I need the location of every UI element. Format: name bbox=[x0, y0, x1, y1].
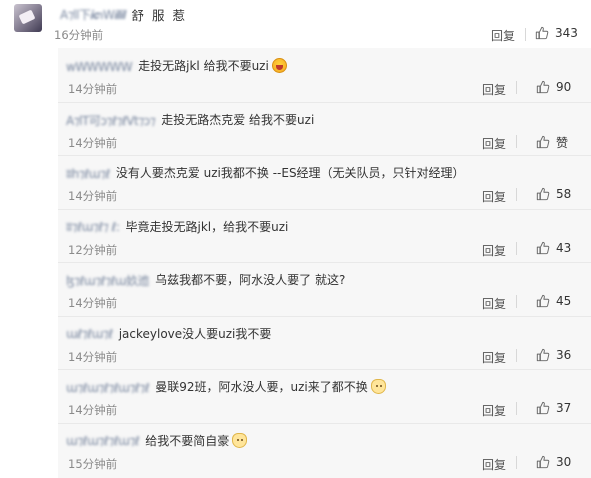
reply-text: 没有人要杰克爱 uzi我都不换 --ES经理（无关队员，只针对经理） bbox=[115, 166, 465, 180]
like-count: 37 bbox=[556, 401, 572, 415]
thumbs-up-icon[interactable] bbox=[536, 294, 550, 308]
reply-author[interactable]: ɯ⁊ℓɯ⁊ℓ⁊ℓɯ⁊ℓ⁊ℓ bbox=[66, 381, 150, 395]
reply-content: ɮ⁊ℓɯ⁊ℓ⁊ℓɯ奺迆 乌兹我都不要，阿水没人要了 就这? bbox=[66, 271, 345, 289]
reply-item: A⁊lT可ɔ⁊ℓ⁊ℓVt⁊ɔ⁊ 走投无路杰克爱 给我不要uzi 14分钟前 回复 … bbox=[58, 101, 591, 156]
reply-text: 给我不要简自豪 bbox=[145, 433, 230, 448]
reply-button[interactable]: 回复 bbox=[482, 402, 506, 419]
reply-content: ʬ⁊ℓɯ⁊ℓ⁊ ℓ: 毕竟走投无路jkl，给我不要uzi bbox=[66, 218, 288, 235]
like-button[interactable]: 36 bbox=[536, 348, 571, 362]
like-button[interactable]: 90 bbox=[536, 80, 571, 94]
divider bbox=[525, 28, 526, 41]
like-button[interactable]: 赞 bbox=[536, 134, 568, 151]
like-count: 43 bbox=[556, 240, 572, 255]
reply-content: wWWWWW 走投无路jkl 给我不要uzi bbox=[66, 57, 287, 74]
cat-emoji-icon bbox=[370, 379, 386, 394]
author-name-blurred[interactable]: A⁊ll下𝒊𝒄℩W𝒊𝒍𝒊𝒍 bbox=[60, 6, 126, 23]
thumbs-up-icon[interactable] bbox=[535, 26, 549, 40]
thumbs-up-icon[interactable] bbox=[536, 401, 550, 415]
like-count: 58 bbox=[556, 187, 572, 201]
reply-author[interactable]: ʬh⁊ℓɯ⁊ℓ bbox=[66, 167, 110, 181]
like-button[interactable]: 43 bbox=[536, 241, 571, 255]
divider bbox=[516, 295, 517, 308]
thumbs-up-icon[interactable] bbox=[536, 455, 550, 469]
reply-text: 毕竟走投无路jkl，给我不要uzi bbox=[125, 219, 289, 234]
laugh-emoji-icon bbox=[271, 58, 287, 73]
reply-content: ɯ⁊ℓɯ⁊ℓ⁊ℓɯ⁊ℓ⁊ℓ 曼联92班，阿水没人要，uzi来了都不换 bbox=[66, 378, 386, 395]
thumbs-up-icon[interactable] bbox=[536, 187, 550, 201]
reply-author[interactable]: ɯℓ⁊ℓɯ⁊ℓ bbox=[66, 327, 113, 341]
reply-button[interactable]: 回复 bbox=[482, 135, 506, 152]
reply-text: 曼联92班，阿水没人要，uzi来了都不换 bbox=[155, 380, 368, 394]
divider bbox=[516, 348, 517, 362]
cat-emoji-icon bbox=[232, 432, 248, 448]
reply-text: jackeylove没人要uzi我不要 bbox=[118, 326, 272, 341]
comment-time: 16分钟前 bbox=[54, 28, 104, 42]
divider bbox=[516, 402, 517, 415]
reply-time: 14分钟前 bbox=[68, 82, 118, 96]
like-button[interactable]: 30 bbox=[536, 455, 571, 469]
reply-item: wWWWWW 走投无路jkl 给我不要uzi 14分钟前 回复 90 bbox=[58, 48, 591, 102]
like-count: 30 bbox=[556, 454, 572, 469]
like-count: 36 bbox=[556, 347, 572, 362]
like-count: 45 bbox=[556, 294, 572, 308]
reply-button[interactable]: 回复 bbox=[482, 188, 506, 205]
reply-item: ɯ⁊ℓɯ⁊ℓ⁊ℓɯ⁊ℓ 给我不要简自豪 15分钟前 回复 30 bbox=[58, 422, 591, 477]
reply-time: 14分钟前 bbox=[68, 349, 118, 364]
comment-author[interactable]: A⁊ll下𝒊𝒄℩W𝒊𝒍𝒊𝒍 舒 服 惹 bbox=[60, 5, 187, 24]
thumbs-up-icon[interactable] bbox=[536, 80, 550, 94]
reply-list: wWWWWW 走投无路jkl 给我不要uzi 14分钟前 回复 90 A⁊lT可ɔ… bbox=[58, 48, 591, 478]
thumbs-up-icon[interactable] bbox=[536, 241, 550, 255]
reply-content: ɯ⁊ℓɯ⁊ℓ⁊ℓɯ⁊ℓ 给我不要简自豪 bbox=[66, 432, 248, 449]
like-count: 343 bbox=[555, 26, 578, 40]
reply-time: 14分钟前 bbox=[68, 296, 118, 310]
reply-time: 14分钟前 bbox=[68, 135, 118, 150]
reply-author[interactable]: ɮ⁊ℓɯ⁊ℓ⁊ℓɯ奺迆 bbox=[66, 272, 150, 289]
divider bbox=[516, 81, 517, 94]
reply-button[interactable]: 回复 bbox=[482, 349, 506, 366]
reply-item: ʬh⁊ℓɯ⁊ℓ 没有人要杰克爱 uzi我都不换 --ES经理（无关队员，只针对经理… bbox=[58, 155, 591, 209]
reply-text: 走投无路jkl 给我不要uzi bbox=[138, 59, 269, 73]
reply-text: 走投无路杰克爱 给我不要uzi bbox=[161, 112, 315, 127]
reply-button[interactable]: 回复 bbox=[491, 27, 515, 44]
divider bbox=[516, 134, 517, 148]
reply-button[interactable]: 回复 bbox=[482, 242, 506, 259]
main-comment: A⁊ll下𝒊𝒄℩W𝒊𝒍𝒊𝒍 舒 服 惹 16分钟前 回复 343 bbox=[0, 0, 591, 46]
like-button[interactable]: 45 bbox=[536, 294, 571, 308]
like-button[interactable]: 37 bbox=[536, 401, 571, 415]
reply-button[interactable]: 回复 bbox=[482, 295, 506, 312]
reply-time: 14分钟前 bbox=[68, 189, 118, 203]
thumbs-up-icon[interactable] bbox=[536, 135, 550, 149]
divider bbox=[516, 455, 517, 469]
divider bbox=[516, 241, 517, 255]
reply-author[interactable]: A⁊lT可ɔ⁊ℓ⁊ℓVt⁊ɔ⁊ bbox=[66, 112, 156, 129]
like-count: 赞 bbox=[556, 135, 569, 150]
reply-author[interactable]: ɯ⁊ℓɯ⁊ℓ⁊ℓɯ⁊ℓ bbox=[66, 434, 140, 448]
avatar[interactable] bbox=[14, 4, 42, 32]
reply-item: ɯ⁊ℓɯ⁊ℓ⁊ℓɯ⁊ℓ⁊ℓ 曼联92班，阿水没人要，uzi来了都不换 14分钟前 … bbox=[58, 369, 591, 423]
reply-item: ɮ⁊ℓɯ⁊ℓ⁊ℓɯ奺迆 乌兹我都不要，阿水没人要了 就这? 14分钟前 回复 45 bbox=[58, 262, 591, 316]
like-button[interactable]: 343 bbox=[535, 26, 578, 40]
thumbs-up-icon[interactable] bbox=[536, 348, 550, 362]
reply-author[interactable]: ʬ⁊ℓɯ⁊ℓ⁊ ℓ: bbox=[66, 220, 120, 234]
reply-content: ɯℓ⁊ℓɯ⁊ℓ jackeylove没人要uzi我不要 bbox=[66, 325, 271, 342]
reply-content: ʬh⁊ℓɯ⁊ℓ 没有人要杰克爱 uzi我都不换 --ES经理（无关队员，只针对经理… bbox=[66, 164, 465, 181]
reply-time: 14分钟前 bbox=[68, 403, 118, 417]
like-count: 90 bbox=[556, 80, 572, 94]
like-button[interactable]: 58 bbox=[536, 187, 571, 201]
divider bbox=[516, 188, 517, 201]
reply-time: 15分钟前 bbox=[68, 456, 118, 471]
reply-time: 12分钟前 bbox=[68, 242, 118, 257]
reply-item: ʬ⁊ℓɯ⁊ℓ⁊ ℓ: 毕竟走投无路jkl，给我不要uzi 12分钟前 回复 43 bbox=[58, 208, 591, 263]
reply-text: 乌兹我都不要，阿水没人要了 就这? bbox=[155, 273, 346, 287]
reply-content: A⁊lT可ɔ⁊ℓ⁊ℓVt⁊ɔ⁊ 走投无路杰克爱 给我不要uzi bbox=[66, 111, 314, 129]
comment-text: 舒 服 惹 bbox=[131, 8, 187, 23]
reply-item: ɯℓ⁊ℓɯ⁊ℓ jackeylove没人要uzi我不要 14分钟前 回复 36 bbox=[58, 315, 591, 370]
reply-button[interactable]: 回复 bbox=[482, 81, 506, 98]
reply-button[interactable]: 回复 bbox=[482, 456, 506, 473]
reply-author[interactable]: wWWWWW bbox=[66, 60, 133, 74]
